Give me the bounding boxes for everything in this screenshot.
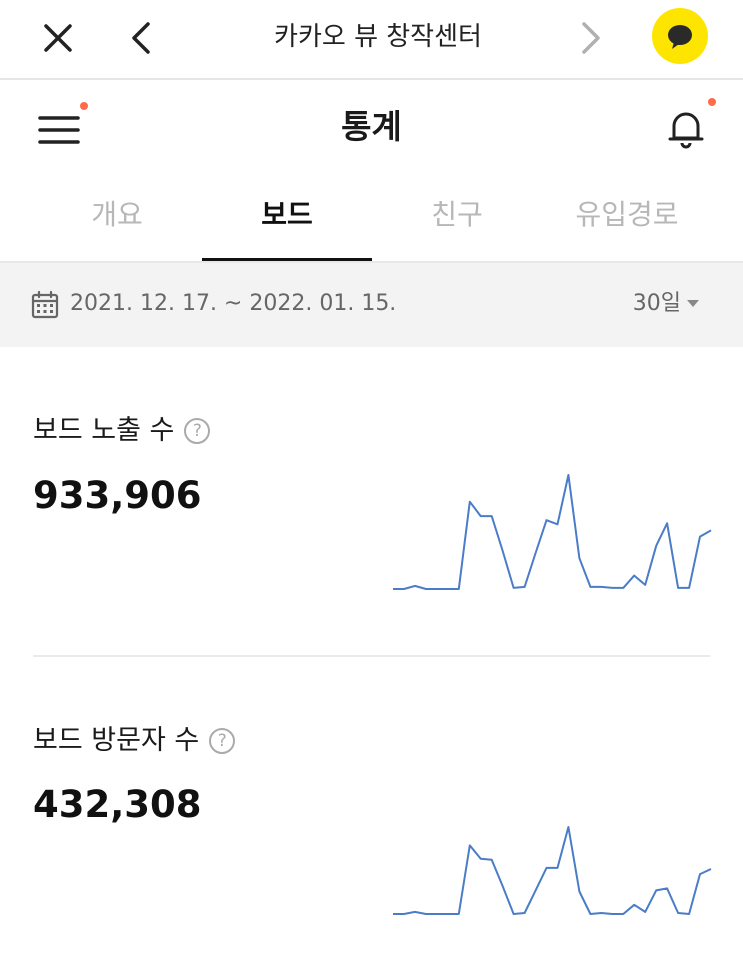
tab-board[interactable]: 보드 [202, 180, 372, 262]
calendar-icon [31, 290, 59, 319]
page-header: 통계 [0, 82, 743, 178]
sparkline-series [393, 826, 712, 915]
board-impressions-label: 보드 노출 수 ? [33, 413, 211, 449]
chevron-down-icon [687, 300, 699, 307]
stat-label-text: 보드 노출 수 [33, 415, 175, 446]
bell-icon[interactable] [662, 98, 716, 152]
page-title: 통계 [341, 107, 402, 146]
chevron-left-icon[interactable] [122, 18, 162, 58]
board-visitors-sparkline [392, 826, 712, 915]
speech-bubble-icon [668, 25, 692, 49]
period-select[interactable]: 30일 [633, 289, 681, 319]
board-impressions-sparkline [392, 474, 712, 590]
tab-traffic-source[interactable]: 유입경로 [542, 180, 712, 262]
stat-label-text: 보드 방문자 수 [33, 725, 200, 756]
help-icon[interactable]: ? [209, 728, 236, 754]
board-visitors-label: 보드 방문자 수 ? [33, 723, 236, 759]
tab-overview[interactable]: 개요 [32, 180, 202, 262]
date-range: 2021. 12. 17. ~ 2022. 01. 15. [70, 291, 397, 316]
chevron-right-icon[interactable] [570, 18, 610, 58]
sparkline-series [393, 474, 712, 590]
help-icon[interactable]: ? [184, 418, 211, 444]
stats-tabs: 개요 보드 친구 유입경로 [32, 180, 712, 262]
board-impressions-value: 933,906 [33, 474, 202, 517]
browser-toolbar: 카카오 뷰 창작센터 [0, 0, 743, 80]
section-divider [33, 655, 710, 657]
tab-friends[interactable]: 친구 [372, 180, 542, 262]
browser-title: 카카오 뷰 창작센터 [274, 22, 482, 52]
date-filter-bar[interactable]: 2021. 12. 17. ~ 2022. 01. 15. 30일 [0, 263, 743, 347]
kakaotalk-icon[interactable] [652, 8, 708, 64]
notification-dot [708, 98, 716, 106]
board-visitors-value: 432,308 [33, 783, 202, 826]
close-icon[interactable] [38, 18, 78, 58]
